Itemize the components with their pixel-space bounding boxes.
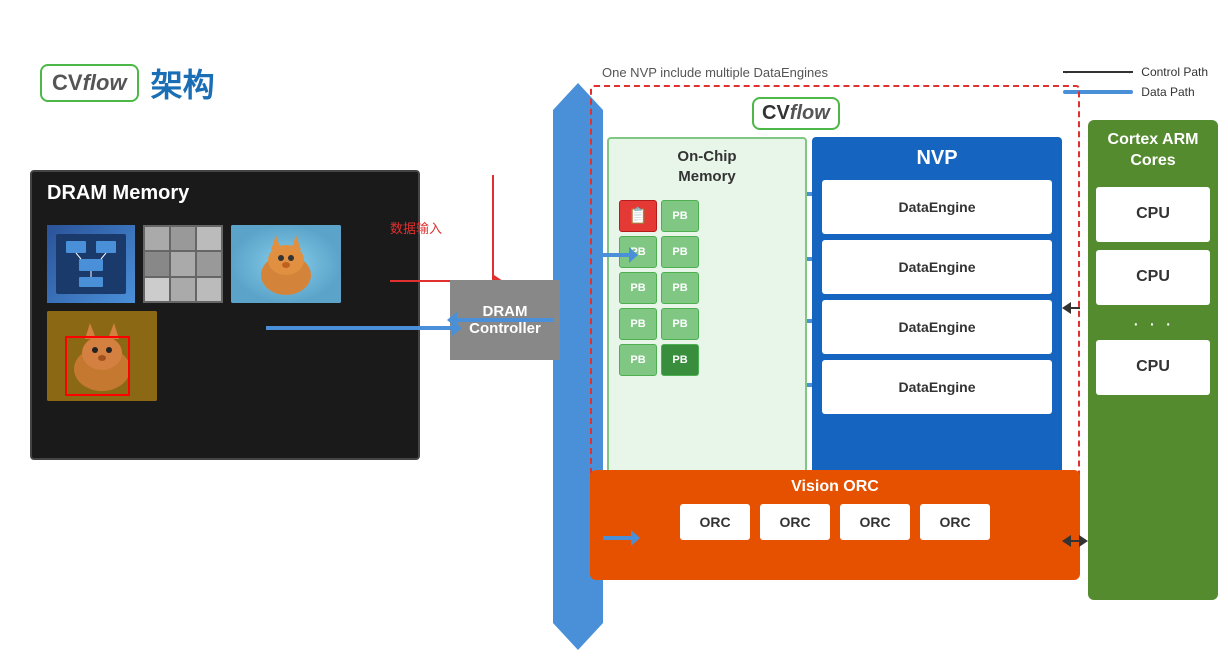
- orc-2: ORC: [760, 504, 830, 540]
- connector-to-orc: [603, 536, 633, 540]
- dram-images: [32, 215, 418, 411]
- nvp-outer-box: One NVP include multiple DataEngines CVf…: [590, 85, 1080, 505]
- cpu-box-3: CPU: [1096, 340, 1210, 395]
- cpu-dots: · · ·: [1096, 313, 1210, 336]
- cortex-arm-title: Cortex ARM Cores: [1096, 130, 1210, 172]
- pb-row-1: 📋 PB: [619, 200, 795, 232]
- dram-image-grid: [143, 225, 223, 303]
- orc-4: ORC: [920, 504, 990, 540]
- cvflow-logo: CVflow: [40, 64, 139, 102]
- title-chinese: 架构: [151, 60, 215, 106]
- nvp-outer-label: One NVP include multiple DataEngines: [602, 65, 828, 80]
- cortex-arm-block: Cortex ARM Cores CPU CPU · · · CPU: [1088, 120, 1218, 600]
- orc-3: ORC: [840, 504, 910, 540]
- pb-block-5b: PB: [661, 344, 699, 376]
- title-area: CVflow 架构: [40, 60, 215, 106]
- pb-block-3b: PB: [661, 272, 699, 304]
- nvp-title: NVP: [822, 147, 1052, 180]
- pb-block-2b: PB: [661, 236, 699, 268]
- pb-grid: 📋 PB PB PB PB PB PB PB PB PB: [609, 194, 805, 382]
- cvflow-inner-logo: CVflow: [752, 97, 840, 130]
- red-vertical-line: [492, 175, 494, 283]
- onchip-title: On-Chip Memory: [609, 139, 805, 194]
- pb-block-4a: PB: [619, 308, 657, 340]
- pb-row-4: PB PB: [619, 308, 795, 340]
- legend: ← → Control Path Data Path: [1063, 65, 1208, 99]
- legend-data-path: Data Path: [1063, 85, 1208, 99]
- cpu-box-2: CPU: [1096, 250, 1210, 305]
- pb-block-5a: PB: [619, 344, 657, 376]
- pb-block-2a: PB: [619, 236, 657, 268]
- ctrl-arrow-orc: [1070, 540, 1080, 542]
- pb-block-4b: PB: [661, 308, 699, 340]
- h-arrow-dram-to-arrow: [455, 318, 553, 322]
- nvp-blue-block: NVP DataEngine DataEngine DataEngine Dat…: [812, 137, 1062, 477]
- legend-control-path: ← → Control Path: [1063, 65, 1208, 79]
- dram-image-cat1: [231, 225, 341, 303]
- vision-orc-title: Vision ORC: [605, 478, 1065, 496]
- red-detection-box: [65, 336, 130, 396]
- orc-row: ORC ORC ORC ORC: [605, 504, 1065, 540]
- pb-row-2: PB PB: [619, 236, 795, 268]
- data-engine-1: DataEngine: [822, 180, 1052, 234]
- dram-image-flow: [47, 225, 135, 303]
- data-engine-3: DataEngine: [822, 300, 1052, 354]
- data-input-label: 数据输入: [390, 218, 442, 237]
- pb-book-icon: 📋: [619, 200, 657, 232]
- dram-memory-block: DRAM Memory: [30, 170, 420, 460]
- pb-row-3: PB PB: [619, 272, 795, 304]
- orc-1: ORC: [680, 504, 750, 540]
- dram-image-cat2: [47, 311, 157, 401]
- connector-to-onchip: [603, 253, 631, 257]
- onchip-memory-block: On-Chip Memory 📋 PB PB PB PB PB PB PB: [607, 137, 807, 477]
- data-engine-2: DataEngine: [822, 240, 1052, 294]
- big-arrow-down-tip: [553, 623, 603, 650]
- ctrl-arrow-de: [1070, 307, 1080, 309]
- vision-orc-block: Vision ORC ORC ORC ORC ORC: [590, 470, 1080, 580]
- dram-memory-title: DRAM Memory: [32, 172, 418, 215]
- pb-block-3a: PB: [619, 272, 657, 304]
- h-arrow-arrow-to-dram: [266, 326, 454, 330]
- pb-block-1: PB: [661, 200, 699, 232]
- data-engine-4: DataEngine: [822, 360, 1052, 414]
- cpu-box-1: CPU: [1096, 187, 1210, 242]
- pb-row-5: PB PB: [619, 344, 795, 376]
